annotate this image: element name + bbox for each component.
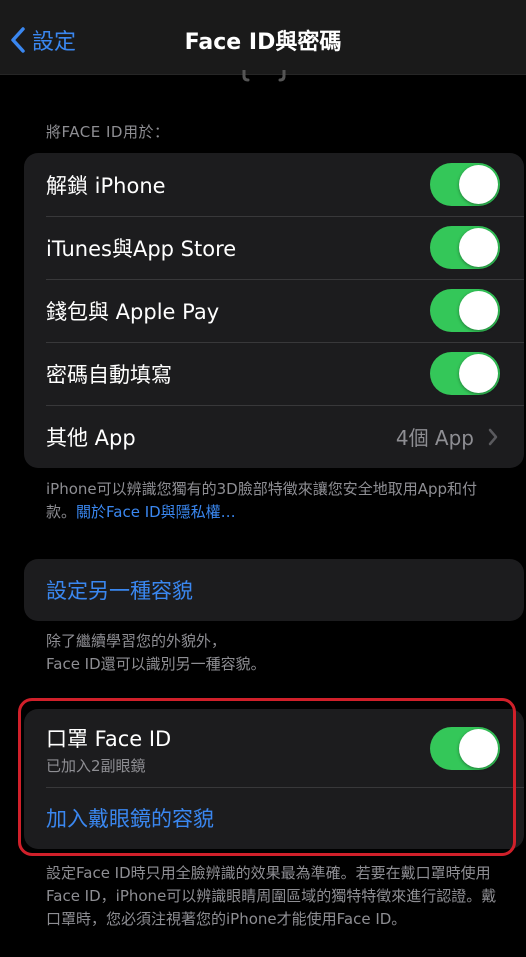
wallet-apple-pay-toggle[interactable] (430, 289, 500, 332)
toggle-row-itunes-app-store: iTunes與App Store (24, 216, 524, 279)
unlock-iphone-toggle[interactable] (430, 163, 500, 206)
red-highlight-box (18, 698, 516, 856)
page-title: Face ID與密碼 (184, 30, 342, 55)
other-apps-count: 4個 App (395, 426, 474, 450)
alternate-appearance-group: 設定另一種容貌 (24, 559, 524, 621)
itunes-app-store-toggle[interactable] (430, 226, 500, 269)
privacy-link[interactable]: 關於Face ID與隱私權… (76, 503, 236, 521)
toggle-row-wallet-apple-pay: 錢包與 Apple Pay (24, 279, 524, 342)
alternate-appearance-row[interactable]: 設定另一種容貌 (24, 559, 524, 621)
alternate-footer-line2: Face ID還可以識別另一種容貌。 (46, 655, 266, 673)
toggle-knob (459, 228, 498, 267)
other-apps-row[interactable]: 其他 App 4個 App (24, 405, 524, 468)
row-label: iTunes與App Store (46, 236, 237, 261)
chevron-right-icon (488, 428, 498, 445)
screen: 設定 Face ID與密碼 將FACE ID用於： 解鎖 iPhone iTun… (0, 0, 526, 957)
other-apps-label: 其他 App (46, 425, 136, 450)
navigation-bar: 設定 Face ID與密碼 (0, 0, 526, 75)
use-for-header: 將FACE ID用於： (46, 123, 170, 141)
mask-footer: 設定Face ID時只用全臉辨識的效果最為準確。若要在戴口罩時使用Face ID… (46, 864, 497, 928)
password-autofill-toggle[interactable] (430, 352, 500, 395)
row-label: 解鎖 iPhone (46, 173, 166, 198)
toggle-row-password-autofill: 密碼自動填寫 (24, 342, 524, 405)
toggle-knob (459, 165, 498, 204)
row-label: 密碼自動填寫 (46, 362, 172, 387)
set-up-alternate-appearance-button[interactable]: 設定另一種容貌 (46, 575, 193, 605)
row-label: 錢包與 Apple Pay (46, 299, 220, 324)
toggle-knob (459, 291, 498, 330)
toggle-row-unlock-iphone: 解鎖 iPhone (24, 153, 524, 216)
alternate-footer: 除了繼續學習您的外貌外， Face ID還可以識別另一種容貌。 (46, 630, 506, 676)
use-for-group: 解鎖 iPhone iTunes與App Store 錢包與 Apple Pay… (24, 153, 524, 468)
use-for-footer: iPhone可以辨識您獨有的3D臉部特徵來讓您安全地取用App和付款。關於Fac… (46, 478, 506, 524)
alternate-footer-line1: 除了繼續學習您的外貌外， (46, 632, 227, 650)
toggle-knob (459, 354, 498, 393)
face-id-icon (242, 70, 286, 82)
